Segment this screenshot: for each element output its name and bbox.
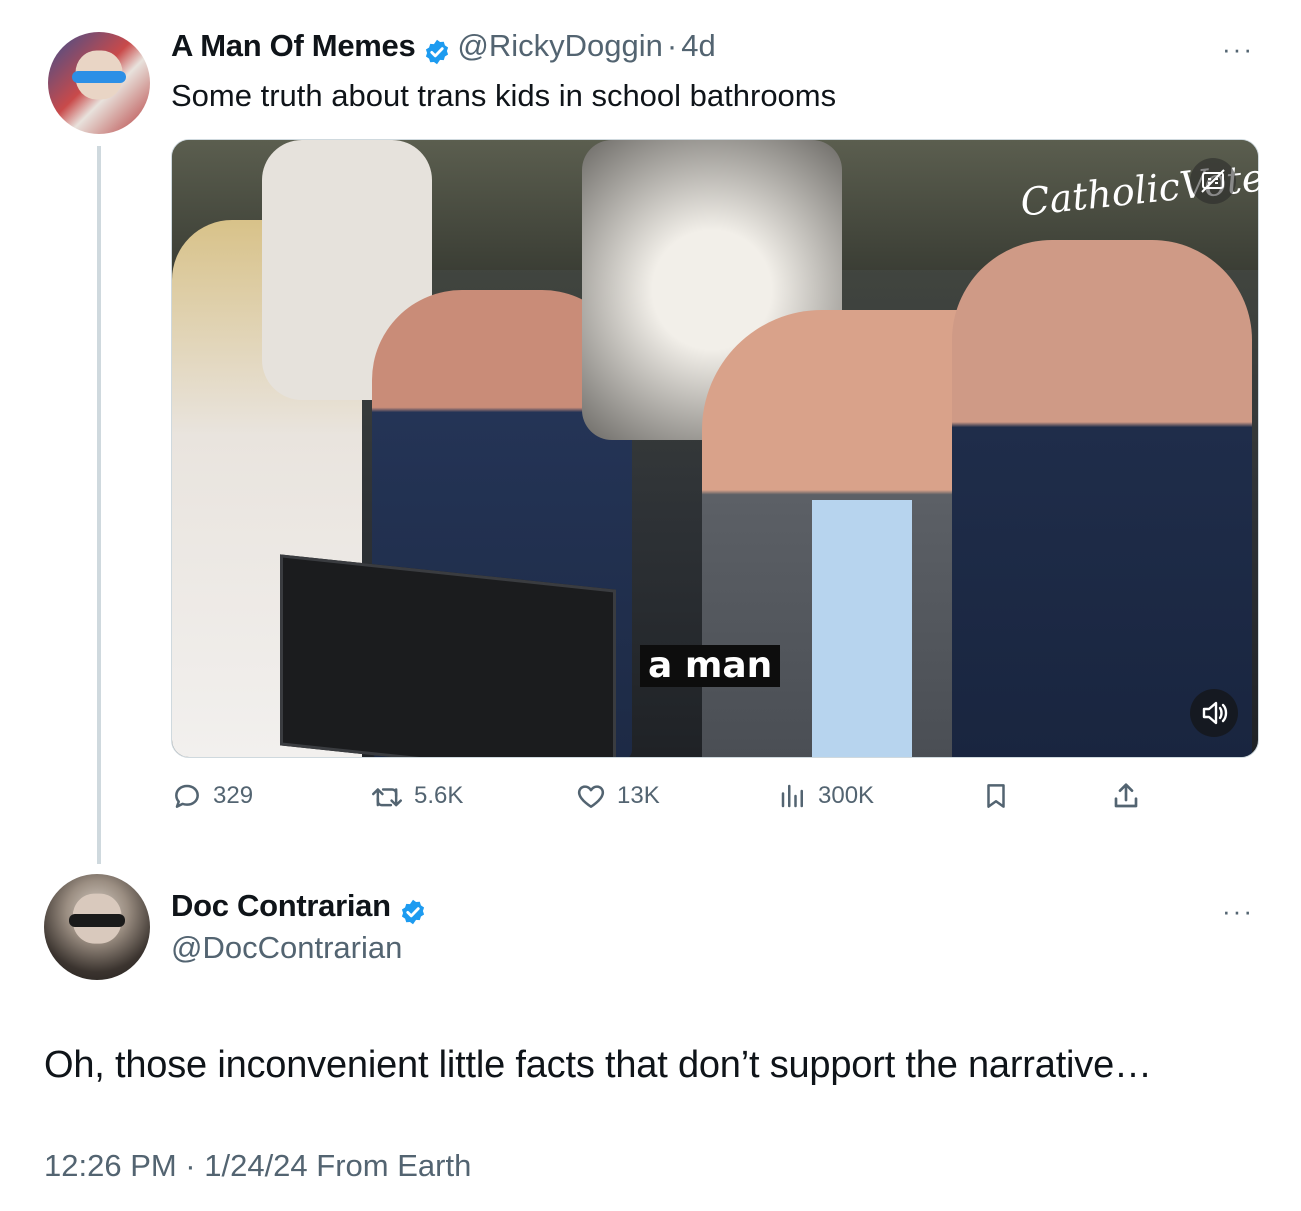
video-scene-person-right	[952, 240, 1252, 757]
author-name[interactable]: A Man Of Memes	[171, 28, 416, 63]
author-avatar[interactable]	[48, 32, 150, 134]
avatar-sunglasses	[72, 70, 126, 83]
retweet-count: 5.6K	[414, 782, 464, 809]
avatar-glasses	[69, 914, 125, 927]
bookmark-icon	[987, 784, 1005, 808]
views-chart-icon	[781, 784, 803, 808]
reply-count: 329	[213, 782, 254, 809]
time-ago[interactable]: 4d	[681, 28, 715, 63]
reply-button[interactable]: 329	[171, 778, 253, 814]
verified-badge-icon	[426, 39, 449, 65]
reply-author-avatar[interactable]	[44, 874, 150, 980]
speaker-icon	[1202, 701, 1228, 725]
views-count: 300K	[818, 782, 875, 809]
dot-separator: ·	[666, 28, 678, 63]
verified-badge-icon	[401, 899, 424, 925]
reply-author-handle[interactable]: @DocContrarian	[171, 928, 402, 968]
tweet-header: A Man Of Memes @RickyDoggin · 4d	[171, 26, 716, 66]
closed-captions-icon	[1201, 169, 1225, 193]
reply-header: Doc Contrarian	[171, 886, 433, 926]
closed-captions-button[interactable]	[1190, 158, 1236, 204]
views-button[interactable]: 300K	[778, 778, 874, 814]
video-scene-speaker-shirt	[812, 500, 912, 757]
reply-text: Oh, those inconvenient little facts that…	[44, 1044, 1152, 1086]
share-icon	[1114, 783, 1138, 808]
more-options-icon[interactable]: ···	[1222, 896, 1254, 927]
like-button[interactable]: 13K	[575, 778, 660, 814]
like-count: 13K	[617, 782, 660, 809]
retweet-button[interactable]: 5.6K	[370, 778, 463, 814]
author-handle[interactable]: @RickyDoggin	[457, 28, 662, 63]
reply-author-name[interactable]: Doc Contrarian	[171, 888, 391, 923]
tweet-text: Some truth about trans kids in school ba…	[171, 78, 837, 113]
more-options-icon[interactable]: ···	[1222, 34, 1254, 65]
share-button[interactable]	[1110, 778, 1152, 814]
video-caption: a man	[640, 645, 781, 687]
retweet-icon	[372, 788, 402, 807]
reply-timestamp[interactable]: 12:26 PM · 1/24/24 From Earth	[44, 1146, 471, 1186]
bookmark-button[interactable]	[981, 778, 1021, 814]
heart-icon	[577, 785, 605, 808]
reply-icon	[175, 784, 199, 808]
mute-button[interactable]	[1190, 689, 1238, 737]
thread-connector-line	[97, 146, 101, 864]
video-scene-monitor	[280, 554, 616, 757]
